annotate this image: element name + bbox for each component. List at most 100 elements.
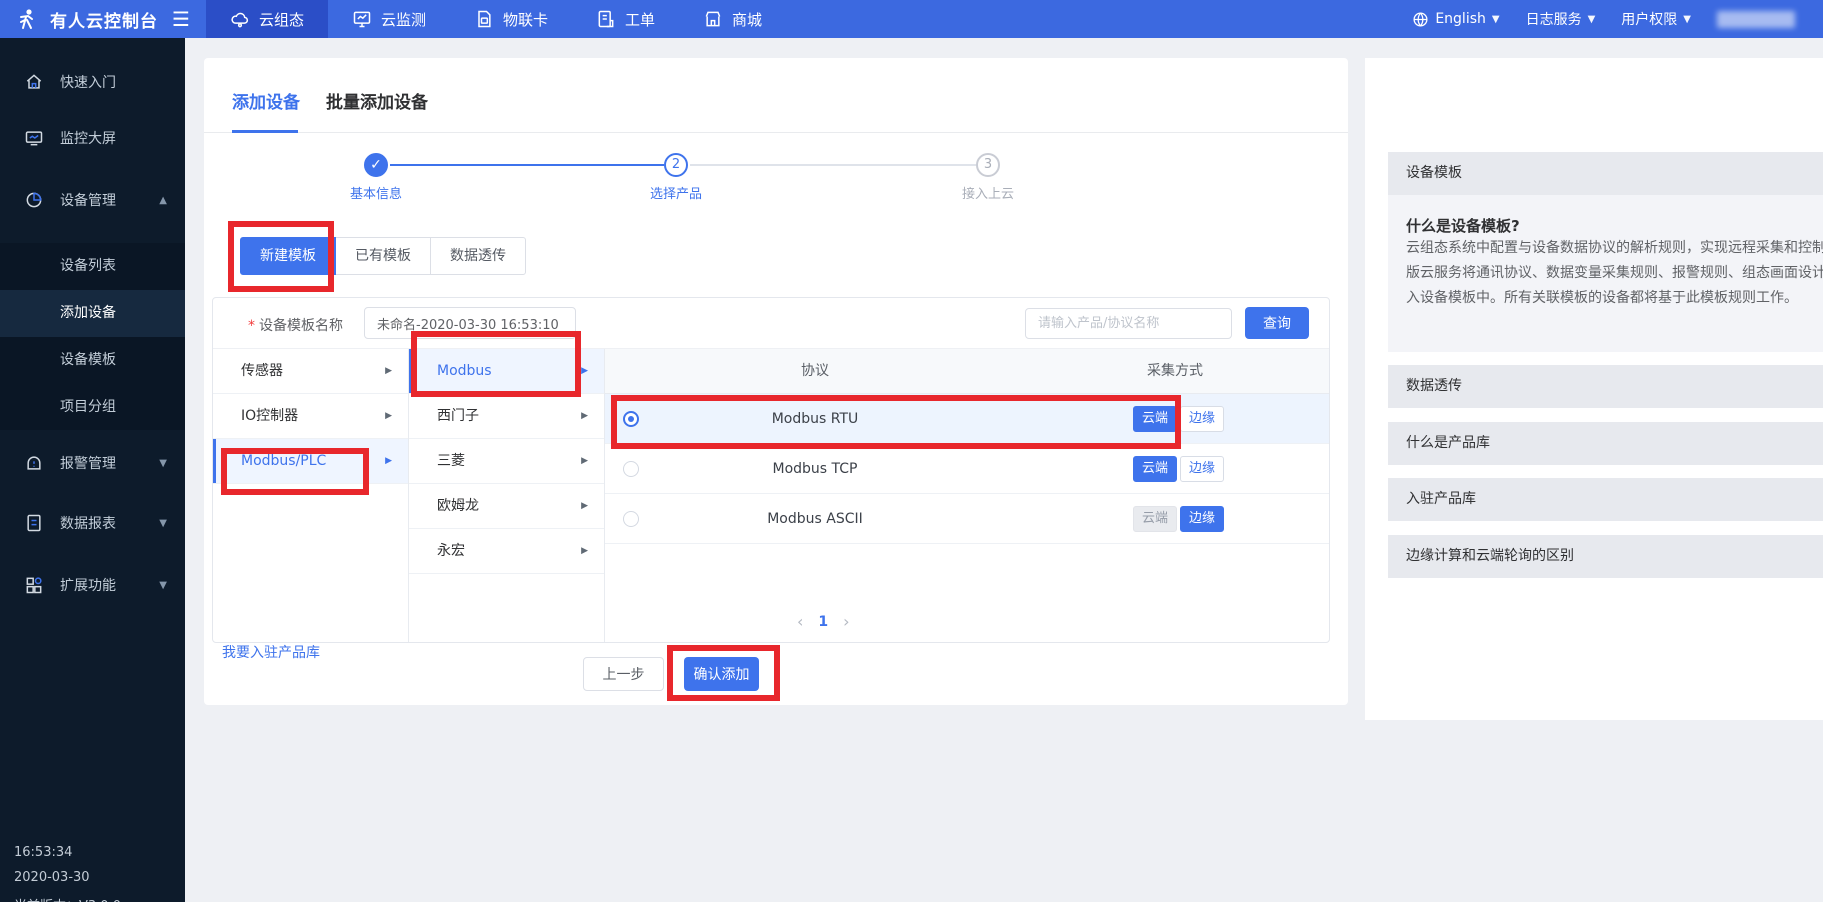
sidebar-item-extensions[interactable]: 扩展功能 ▼ [0,563,185,607]
tab-batch-add-device[interactable]: 批量添加设备 [326,88,428,113]
tab-add-device[interactable]: 添加设备 [232,88,300,113]
report-document-icon [24,513,44,533]
brand-omron[interactable]: 欧姆龙▶ [409,484,604,529]
sidebar-item-device-list[interactable]: 设备列表 [0,243,185,290]
language-dropdown[interactable]: English ▼ [1412,11,1499,28]
protocol-column-header: 协议 [605,349,1025,394]
sidebar-item-add-device[interactable]: 添加设备 [0,290,185,337]
chevron-down-icon: ▼ [159,458,167,469]
log-service-dropdown[interactable]: 日志服务 ▼ [1526,9,1596,29]
category-column: 传感器▶ IO控制器▶ Modbus/PLC▶ [213,349,409,642]
pagination-prev-icon[interactable]: ‹ [797,612,803,631]
log-service-label: 日志服务 [1526,9,1582,29]
protocol-name: Modbus RTU [605,394,1025,444]
sidebar-item-alarm-management[interactable]: 报警管理 ▼ [0,441,185,485]
cloud-mode-button[interactable]: 云端 [1133,506,1177,532]
help-section-data-passthrough[interactable]: 数据透传 [1388,365,1823,408]
sidebar-item-project-group[interactable]: 项目分组 [0,384,185,431]
nav-label: 云监测 [381,9,426,30]
category-sensor[interactable]: 传感器▶ [213,349,408,394]
product-search-input[interactable] [1025,308,1232,339]
step-connector-done [390,164,664,166]
template-name-input[interactable] [364,307,576,339]
brand-siemens[interactable]: 西门子▶ [409,394,604,439]
top-navigation-bar: 有人云控制台 ☰ 云组态 云监测 物联卡 [0,0,1823,38]
edge-mode-button[interactable]: 边缘 [1180,456,1224,482]
category-label: 传感器 [241,363,283,379]
new-template-button[interactable]: 新建模板 [240,237,336,275]
step-2-circle: 2 [664,153,688,177]
product-select-container: *设备模板名称 查询 传感器▶ IO控制器▶ Modbus/PLC▶ Modbu… [212,297,1330,643]
top-nav: 云组态 云监测 物联卡 工单 [206,0,786,38]
brand-modbus[interactable]: Modbus▶ [409,349,604,394]
help-description-line: 版云服务将通讯协议、数据变量采集规则、报警规则、组态画面设计 [1406,261,1823,286]
edge-mode-button[interactable]: 边缘 [1180,506,1224,532]
existing-template-button[interactable]: 已有模板 [335,237,431,275]
help-section-join-product-library[interactable]: 入驻产品库 [1388,478,1823,521]
cloud-mode-button[interactable]: 云端 [1133,406,1177,432]
step-1-label: 基本信息 [316,183,436,202]
big-screen-icon [24,128,44,148]
protocol-name: Modbus TCP [605,444,1025,494]
sidebar-item-label: 监控大屏 [60,128,116,148]
nav-label: 商城 [732,9,762,30]
nav-label: 工单 [625,9,655,30]
clock-time: 16:53:34 [14,845,72,860]
table-row-modbus-ascii[interactable]: Modbus ASCII 云端 边缘 [605,494,1329,544]
brand-column: Modbus▶ 西门子▶ 三菱▶ 欧姆龙▶ 永宏▶ [409,349,605,642]
language-label: English [1435,11,1486,27]
cloud-icon [230,9,250,29]
submenu-label: 设备模板 [60,352,116,368]
topbar-right: English ▼ 日志服务 ▼ 用户权限 ▼ [1412,9,1823,29]
nav-mall[interactable]: 商城 [679,0,786,38]
help-section-device-template[interactable]: 设备模板 [1388,152,1823,195]
help-section-edge-vs-cloud[interactable]: 边缘计算和云端轮询的区别 [1388,535,1823,578]
table-row-modbus-tcp[interactable]: Modbus TCP 云端 边缘 [605,444,1329,494]
chevron-down-icon: ▼ [159,518,167,529]
sidebar-item-label: 扩展功能 [60,575,116,595]
nav-label: 物联卡 [503,9,548,30]
sim-card-icon [474,9,494,29]
store-icon [703,9,723,29]
user-rights-dropdown[interactable]: 用户权限 ▼ [1621,9,1691,29]
nav-iot-card[interactable]: 物联卡 [450,0,572,38]
sidebar-item-quick-start[interactable]: 快速入门 [0,60,185,104]
confirm-add-button[interactable]: 确认添加 [684,657,759,691]
help-description-line: 入设备模板中。所有关联模板的设备都将基于此模板规则工作。 [1406,286,1823,311]
sidebar-item-device-template[interactable]: 设备模板 [0,337,185,384]
nav-cloud-scada[interactable]: 云组态 [206,0,328,38]
brand-fatek[interactable]: 永宏▶ [409,529,604,574]
query-button[interactable]: 查询 [1245,307,1309,339]
help-question-title: 什么是设备模板? [1406,215,1823,236]
brand-mitsubishi[interactable]: 三菱▶ [409,439,604,484]
table-row-modbus-rtu[interactable]: Modbus RTU 云端 边缘 [605,394,1329,444]
sidebar-item-monitor-screen[interactable]: 监控大屏 [0,116,185,160]
previous-step-button[interactable]: 上一步 [583,657,664,691]
help-section-what-is-product-library[interactable]: 什么是产品库 [1388,422,1823,465]
brand-label: 欧姆龙 [437,498,479,514]
pagination-page-1[interactable]: 1 [818,614,828,630]
nav-work-order[interactable]: 工单 [572,0,679,38]
menu-toggle-icon[interactable]: ☰ [172,9,190,29]
nav-cloud-monitor[interactable]: 云监测 [328,0,450,38]
category-io-controller[interactable]: IO控制器▶ [213,394,408,439]
active-tab-indicator [232,130,298,133]
join-product-library-link[interactable]: 我要入驻产品库 [222,642,320,662]
arrow-right-icon: ▶ [581,394,588,439]
step-connector-pending [690,164,976,166]
home-icon [24,72,44,92]
pagination-next-icon[interactable]: › [843,612,849,631]
template-name-row: *设备模板名称 查询 [213,298,1329,349]
cloud-mode-button[interactable]: 云端 [1133,456,1177,482]
protocol-name: Modbus ASCII [605,494,1025,544]
submenu-label: 设备列表 [60,258,116,274]
required-asterisk: * [248,318,255,334]
data-passthrough-button[interactable]: 数据透传 [430,237,526,275]
sidebar-item-data-report[interactable]: 数据报表 ▼ [0,501,185,545]
step-1-circle: ✓ [364,153,388,177]
extensions-grid-icon [24,575,44,595]
sidebar-item-device-management[interactable]: 设备管理 ▲ [0,178,185,222]
category-modbus-plc[interactable]: Modbus/PLC▶ [213,439,408,484]
username-redacted[interactable] [1717,11,1795,28]
edge-mode-button[interactable]: 边缘 [1180,406,1224,432]
